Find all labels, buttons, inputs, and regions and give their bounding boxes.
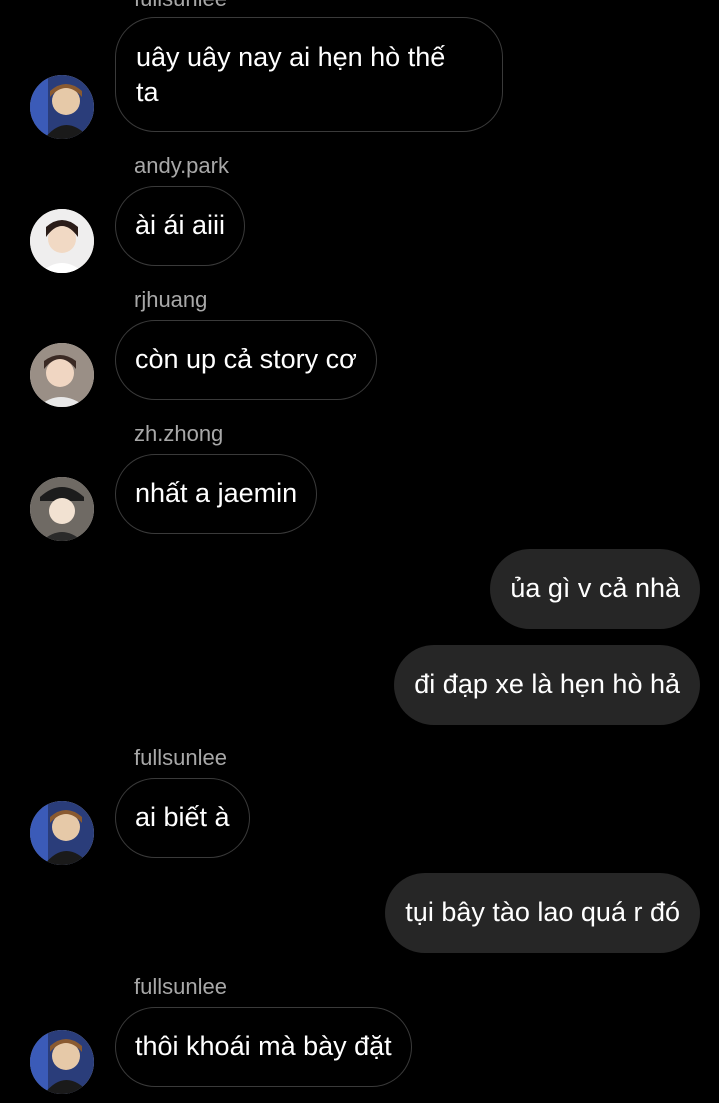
incoming-message-bubble[interactable]: nhất a jaemin [115, 454, 318, 534]
incoming-message-bubble[interactable]: uây uây nay ai hẹn hò thế ta [115, 17, 503, 132]
profile-avatar-andy-park[interactable] [30, 209, 94, 273]
sender-name: rjhuang [134, 287, 208, 312]
profile-avatar-fullsunlee[interactable] [30, 1030, 94, 1094]
sender-name: andy.park [134, 153, 229, 178]
message-text: đi đạp xe là hẹn hò hả [414, 669, 680, 699]
message-text: nhất a jaemin [135, 478, 298, 508]
profile-avatar-fullsunlee[interactable] [30, 801, 94, 865]
message-text-line: uây uây nay ai hẹn hò thế [136, 42, 446, 72]
profile-avatar-fullsunlee[interactable] [30, 75, 94, 139]
outgoing-message-bubble[interactable]: ủa gì v cả nhà [490, 549, 700, 629]
incoming-message-bubble[interactable]: ai biết à [115, 778, 250, 858]
sender-name: fullsunlee [134, 745, 227, 770]
sender-name: zh.zhong [134, 421, 224, 446]
message-text: còn up cả story cơ [135, 344, 357, 374]
incoming-message-bubble[interactable]: thôi khoái mà bày đặt [115, 1007, 412, 1087]
sender-name: fullsunlee [134, 0, 227, 12]
incoming-message-bubble[interactable]: ài ái aiii [115, 186, 246, 266]
message-text: ủa gì v cả nhà [510, 573, 680, 603]
profile-avatar-rjhuang[interactable] [30, 343, 94, 407]
message-text: thôi khoái mà bày đặt [135, 1031, 392, 1061]
outgoing-message-bubble[interactable]: tụi bây tào lao quá r đó [385, 873, 700, 953]
incoming-message-bubble[interactable]: còn up cả story cơ [115, 320, 377, 400]
message-text: ài ái aiii [135, 210, 226, 240]
message-text: ai biết à [135, 802, 230, 832]
message-text: tụi bây tào lao quá r đó [405, 897, 680, 927]
profile-avatar-zh-zhong[interactable] [30, 477, 94, 541]
message-text-line: ta [136, 77, 159, 107]
outgoing-message-bubble[interactable]: đi đạp xe là hẹn hò hả [394, 645, 700, 725]
sender-name: fullsunlee [134, 974, 227, 999]
